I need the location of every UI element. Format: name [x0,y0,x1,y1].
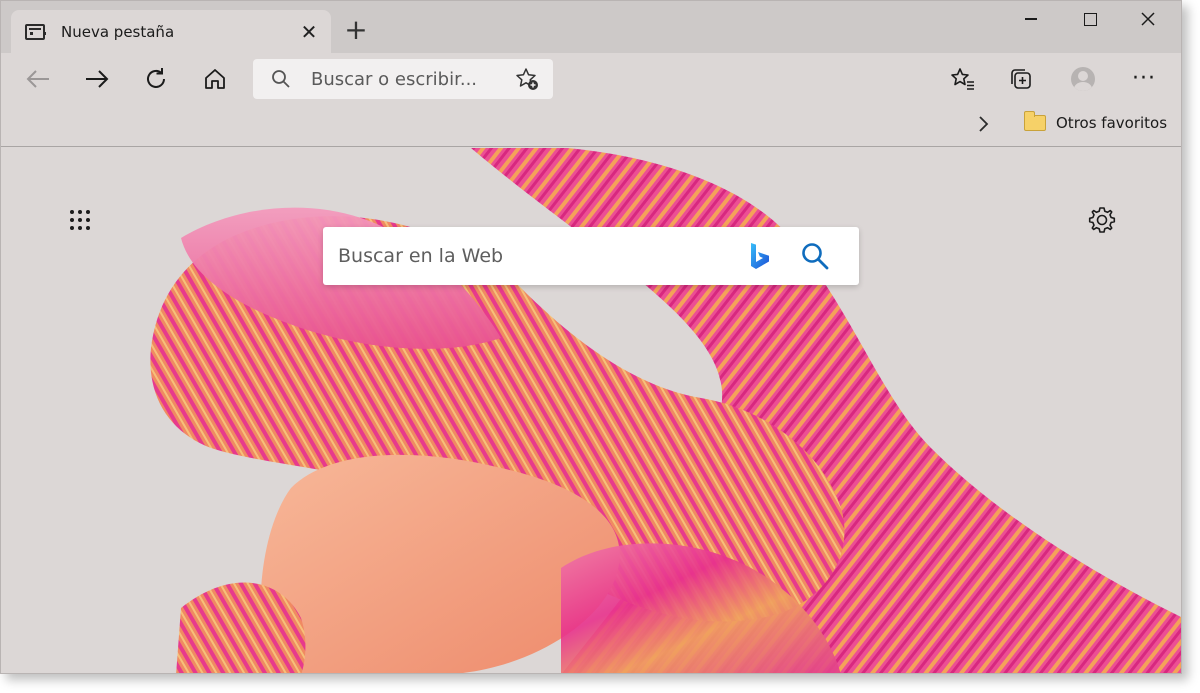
close-window-icon [1141,12,1155,26]
home-button[interactable] [197,61,233,97]
other-favorites-folder[interactable]: Otros favoritos [1023,111,1168,132]
new-tab-page: Buscar en la Web [1,148,1181,673]
more-icon: ··· [1132,66,1156,91]
add-favorite-button[interactable] [513,67,541,91]
home-icon [205,69,225,89]
search-icon [802,243,829,270]
forward-button[interactable] [79,61,115,97]
address-bar[interactable]: Buscar o escribir... [253,59,553,99]
settings-and-more-button[interactable]: ··· [1128,63,1160,95]
chevron-right-icon[interactable] [977,115,989,138]
web-search-button[interactable] [799,240,831,272]
favorites-button[interactable] [947,63,979,95]
minimize-button[interactable] [1006,1,1056,37]
refresh-button[interactable] [138,61,174,97]
arrow-left-icon [26,70,49,88]
collections-icon [1011,69,1031,89]
star-add-icon [516,68,538,90]
folder-icon [1023,111,1046,131]
arrow-right-icon [86,70,109,88]
profile-button[interactable] [1067,63,1099,95]
web-search-box[interactable]: Buscar en la Web [323,227,859,285]
favorites-bar: Otros favoritos [1,105,1181,147]
tab-strip: Nueva pestaña ✕ + [1,1,1181,53]
grid-dots-icon [70,210,90,230]
search-icon [272,70,290,88]
navigation-toolbar: Buscar o escribir... ··· [1,53,1181,105]
minimize-icon [1025,18,1037,20]
gear-icon [1088,207,1116,233]
maximize-icon [1083,12,1097,26]
back-button[interactable] [20,61,56,97]
app-launcher-button[interactable] [68,208,92,232]
avatar [1071,67,1095,91]
refresh-icon [147,68,165,88]
tab-new-tab[interactable]: Nueva pestaña ✕ [11,10,331,53]
close-icon[interactable]: ✕ [295,18,323,46]
web-search-placeholder: Buscar en la Web [338,245,504,267]
other-favorites-label: Otros favoritos [1056,114,1168,132]
maximize-button[interactable] [1065,1,1115,37]
page-settings-button[interactable] [1087,205,1117,235]
tab-title: Nueva pestaña [61,22,175,41]
collections-button[interactable] [1005,63,1037,95]
address-bar-placeholder: Buscar o escribir... [311,68,478,90]
browser-window: Nueva pestaña ✕ + Buscar o escribir... ·… [0,0,1182,674]
close-window-button[interactable] [1123,1,1173,37]
new-tab-button[interactable]: + [341,15,371,45]
bing-logo-icon [749,241,771,271]
newtab-page-icon [25,23,46,40]
favorites-list-icon [951,68,974,90]
